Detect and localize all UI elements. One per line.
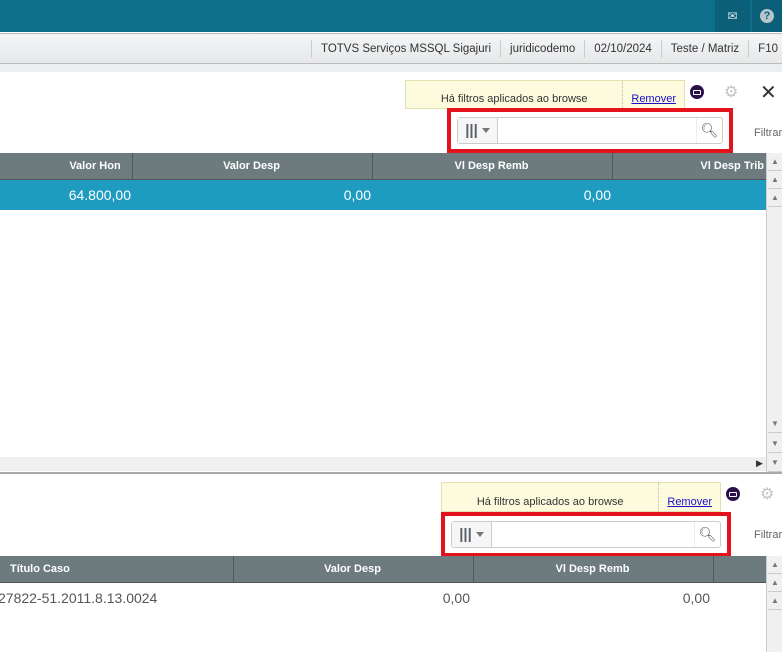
cell: 27822-51.2011.8.13.0024 [0,590,158,606]
remove-filter-link[interactable]: Remover [659,496,720,511]
f10-button[interactable]: F10 [748,39,782,58]
scroll-right-icon[interactable]: ▶ [756,458,763,469]
scroll-up-icon[interactable]: ▲ [768,189,782,207]
search-highlight: ||| 🔍︎ [441,512,731,557]
vertical-scrollbar[interactable]: ▲ ▲ ▲ ▼ ▼ ▼ [766,153,782,472]
cell: 0,00 [583,187,611,203]
user-label: juridicodemo [500,39,584,58]
cell: 0,00 [682,590,710,606]
search-icon[interactable]: 🔍︎ [694,522,720,547]
column-selector[interactable]: ||| [452,522,492,547]
search-highlight: ||| 🔍︎ [447,108,733,153]
column-header[interactable]: Valor Hon [0,153,133,179]
cell: 0,00 [343,187,371,203]
envelope-icon: ✉ [727,9,738,23]
mail-button[interactable]: ✉ [715,0,750,32]
filter-icon[interactable] [690,85,704,99]
scroll-down-icon[interactable]: ▼ [768,415,782,433]
table-row[interactable]: 64.800,00 0,00 0,00 [0,180,766,210]
column-header[interactable]: Vl Desp Remb [474,556,714,582]
filter-icon[interactable] [726,487,740,501]
environment-label: TOTVS Serviços MSSQL Sigajuri [311,39,500,58]
table-row[interactable]: 27822-51.2011.8.13.0024 0,00 0,00 [0,583,766,613]
question-circle-icon: ? [760,9,774,23]
close-icon[interactable]: ✕ [760,80,777,105]
filter-notice-text: Há filtros aplicados ao browse [406,81,624,108]
column-header[interactable] [714,556,766,582]
filter-label[interactable]: Filtrar [754,529,782,541]
page-up-icon[interactable]: ▲ [768,574,782,592]
cell: 0,00 [442,590,470,606]
page-down-icon[interactable]: ▼ [768,435,782,453]
filter-notice: Há filtros aplicados ao browse Remover [405,80,685,109]
column-header[interactable]: Valor Desp [234,556,474,582]
gear-icon[interactable]: ⚙ [724,82,738,102]
top-bar: ✉ ? [0,0,782,32]
branch-label[interactable]: Teste / Matriz [660,39,748,58]
column-header[interactable]: Título Caso [0,556,234,582]
remove-filter-link[interactable]: Remover [623,93,684,108]
search-bar: ||| 🔍︎ [457,117,723,144]
filter-notice-text: Há filtros aplicados ao browse [442,483,660,511]
panel-divider[interactable] [0,472,782,474]
horizontal-scrollbar[interactable]: ▶ [0,457,766,471]
browse-grid-2: Título Caso Valor Desp Vl Desp Remb 2782… [0,556,766,613]
search-bar: ||| 🔍︎ [451,521,721,548]
scroll-up-icon[interactable]: ▲ [768,592,782,610]
column-header[interactable]: Valor Desp [133,153,373,179]
date-label[interactable]: 02/10/2024 [584,39,661,58]
page-up-icon[interactable]: ▲ [768,171,782,189]
column-header[interactable]: Vl Desp Trib [613,153,766,179]
columns-icon: ||| [465,122,478,139]
cell: 64.800,00 [68,187,131,203]
search-input[interactable] [492,522,694,547]
status-bar: TOTVS Serviços MSSQL Sigajuri juridicode… [0,33,782,64]
chevron-down-icon [481,128,490,133]
help-button[interactable]: ? [752,0,782,32]
vertical-scrollbar[interactable]: ▲ ▲ ▲ [766,556,782,652]
scroll-top-icon[interactable]: ▲ [768,556,782,574]
column-header[interactable]: Vl Desp Remb [373,153,613,179]
column-selector[interactable]: ||| [458,118,498,143]
search-input[interactable] [498,118,696,143]
browse-grid-1: Valor Hon Valor Desp Vl Desp Remb Vl Des… [0,153,766,210]
scroll-bottom-icon[interactable]: ▼ [768,454,782,472]
filter-label[interactable]: Filtrar [754,127,782,139]
gear-icon[interactable]: ⚙ [760,484,774,504]
separator [0,64,782,72]
chevron-down-icon [475,532,484,537]
scroll-top-icon[interactable]: ▲ [768,153,782,171]
filter-notice: Há filtros aplicados ao browse Remover [441,482,721,512]
search-icon[interactable]: 🔍︎ [696,118,722,143]
columns-icon: ||| [459,526,472,543]
